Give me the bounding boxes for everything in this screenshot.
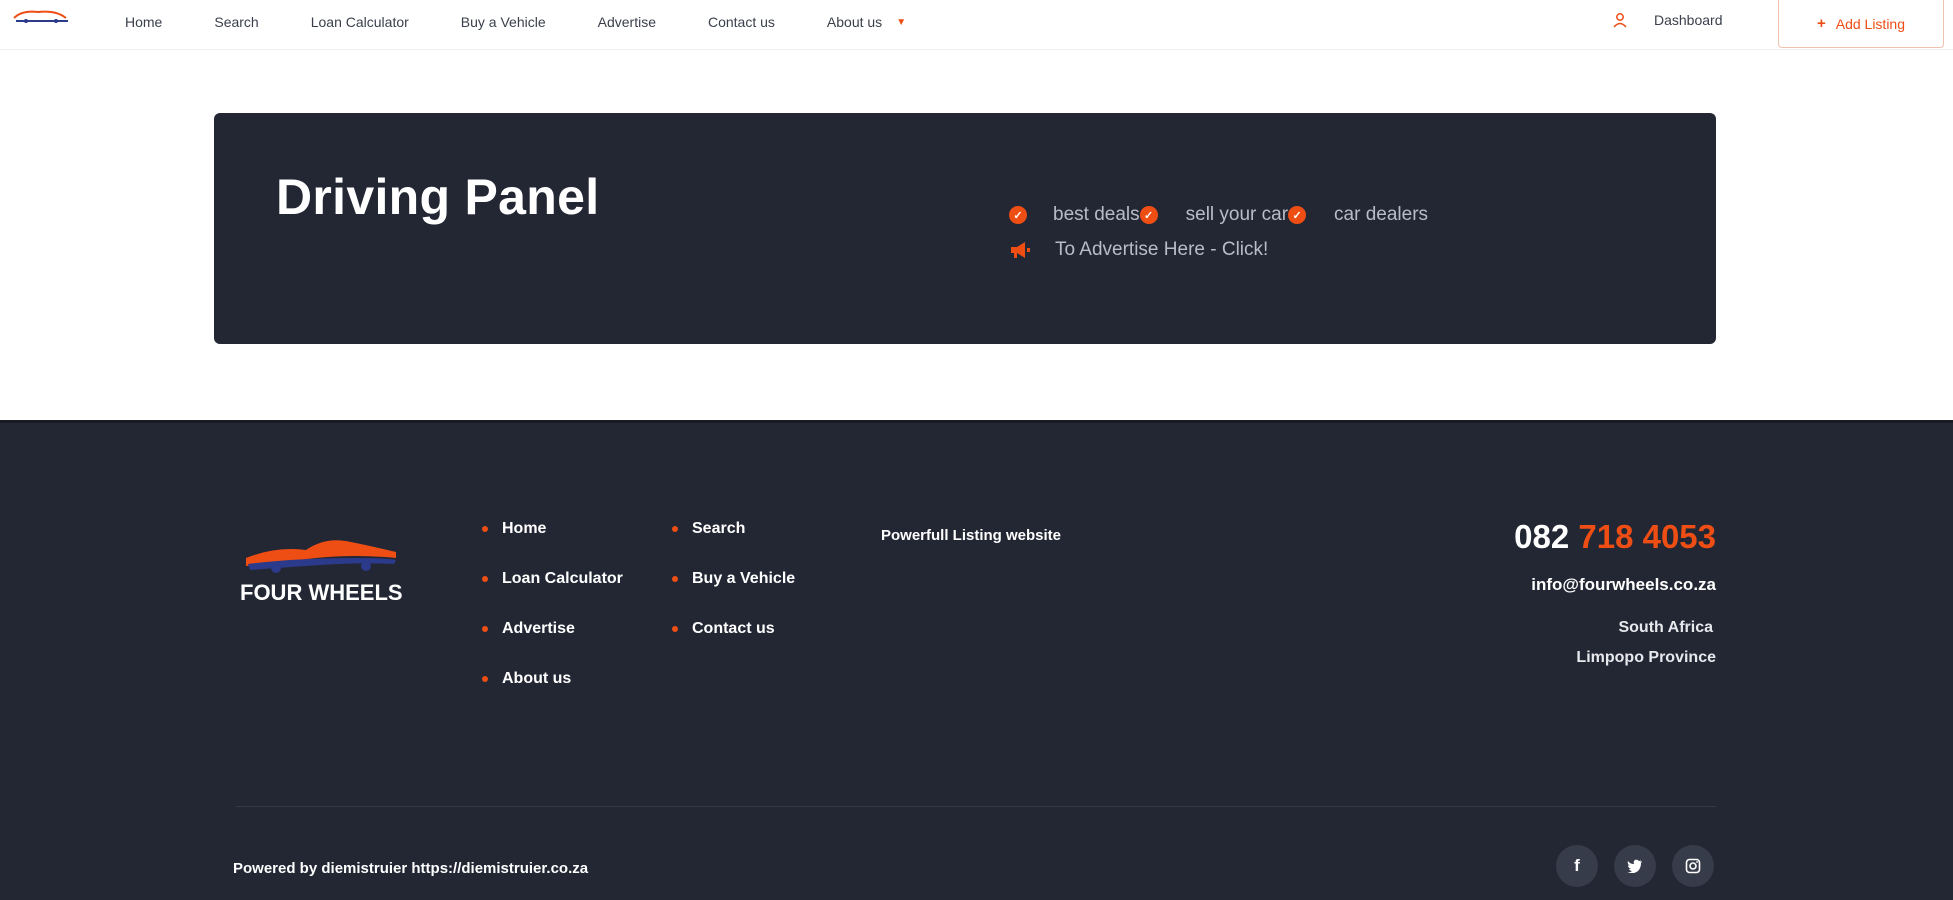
footer: FOUR WHEELS Home Loan Calculator Adverti…: [0, 420, 1953, 900]
instagram-icon[interactable]: [1672, 845, 1714, 887]
nav-about-label: About us: [826, 14, 883, 30]
footer-link-buy-vehicle[interactable]: Buy a Vehicle: [672, 570, 795, 588]
nav-loan-calculator[interactable]: Loan Calculator: [311, 14, 409, 30]
nav-about[interactable]: About us ▼: [827, 14, 906, 30]
add-listing-button[interactable]: + Add Listing: [1778, 0, 1944, 48]
twitter-icon[interactable]: [1614, 845, 1656, 887]
nav-search[interactable]: Search: [214, 14, 258, 30]
check-circle-icon: ✓: [1009, 206, 1027, 224]
banner-title: Driving Panel: [276, 169, 600, 225]
feature-sell-car: sell your car: [1185, 204, 1289, 225]
dashboard-link[interactable]: Dashboard: [1612, 12, 1723, 28]
chevron-down-icon: ▼: [896, 16, 907, 28]
nav-contact[interactable]: Contact us: [708, 14, 775, 30]
footer-email[interactable]: info@fourwheels.co.za: [1531, 575, 1716, 595]
add-listing-label: Add Listing: [1835, 15, 1906, 32]
bullet-dot: [482, 576, 488, 582]
nav-advertise[interactable]: Advertise: [598, 14, 656, 30]
address-country: South Africa: [1618, 619, 1713, 636]
footer-link-loan-calculator-label: Loan Calculator: [502, 570, 623, 587]
main-nav: Home Search Loan Calculator Buy a Vehicl…: [125, 0, 958, 44]
footer-link-contact-label: Contact us: [692, 620, 775, 637]
advertise-text: To Advertise Here - Click!: [1055, 239, 1269, 260]
advertise-link[interactable]: To Advertise Here - Click!: [1009, 239, 1268, 261]
feature-list: ✓ best deals ✓ sell your car ✓ car deale…: [1009, 204, 1428, 226]
twitter-bird-glyph: [1627, 859, 1642, 873]
footer-link-home-label: Home: [502, 520, 547, 537]
megaphone-icon: [1011, 242, 1030, 258]
nav-contact-label: Contact us: [707, 14, 775, 30]
driving-panel-banner: Driving Panel ✓ best deals ✓ sell your c…: [214, 113, 1716, 344]
phone-rest: 718 4053: [1578, 518, 1716, 555]
footer-link-about-label: About us: [502, 670, 572, 687]
bullet-dot: [482, 676, 488, 682]
bullet-dot: [672, 576, 678, 582]
address-province: Limpopo Province: [1576, 649, 1716, 666]
footer-tagline: Powerfull Listing website: [881, 527, 1062, 544]
logo-text: FOUR WHEELS: [240, 580, 403, 605]
footer-link-about[interactable]: About us: [482, 670, 571, 688]
footer-link-search[interactable]: Search: [672, 520, 745, 538]
nav-search-label: Search: [214, 14, 259, 30]
user-icon: [1613, 13, 1627, 28]
nav-buy-vehicle[interactable]: Buy a Vehicle: [461, 14, 546, 30]
check-circle-icon: ✓: [1288, 206, 1307, 224]
nav-advertise-label: Advertise: [597, 14, 656, 30]
footer-link-advertise-label: Advertise: [502, 620, 575, 637]
footer-divider: [236, 806, 1716, 807]
instagram-glyph: [1685, 858, 1701, 874]
nav-buy-vehicle-label: Buy a Vehicle: [460, 14, 546, 30]
phone-prefix: 082: [1514, 518, 1570, 555]
footer-link-buy-vehicle-label: Buy a Vehicle: [692, 570, 796, 587]
feature-best-deals: best deals: [1053, 204, 1140, 225]
footer-link-search-label: Search: [692, 520, 746, 537]
dashboard-label: Dashboard: [1654, 12, 1723, 28]
bullet-dot: [482, 526, 488, 532]
feature-car-dealers: car dealers: [1334, 204, 1429, 225]
bullet-dot: [672, 626, 678, 632]
top-navbar: Home Search Loan Calculator Buy a Vehicl…: [0, 0, 1953, 50]
powered-by-text[interactable]: Powered by diemistruier https://diemistr…: [233, 860, 588, 877]
facebook-icon[interactable]: f: [1556, 845, 1598, 887]
plus-icon: +: [1816, 15, 1826, 32]
site-logo[interactable]: [8, 6, 78, 26]
nav-loan-calculator-label: Loan Calculator: [310, 14, 409, 30]
nav-home-label: Home: [125, 14, 163, 30]
bullet-dot: [672, 526, 678, 532]
footer-link-loan-calculator[interactable]: Loan Calculator: [482, 570, 623, 588]
phone-number[interactable]: 082 718 4053: [1514, 518, 1716, 556]
check-circle-icon: ✓: [1139, 206, 1158, 224]
bullet-dot: [482, 626, 488, 632]
nav-home[interactable]: Home: [125, 14, 162, 30]
footer-link-advertise[interactable]: Advertise: [482, 620, 575, 638]
footer-link-home[interactable]: Home: [482, 520, 546, 538]
four-wheels-logo[interactable]: FOUR WHEELS: [236, 528, 406, 608]
footer-link-contact[interactable]: Contact us: [672, 620, 775, 638]
